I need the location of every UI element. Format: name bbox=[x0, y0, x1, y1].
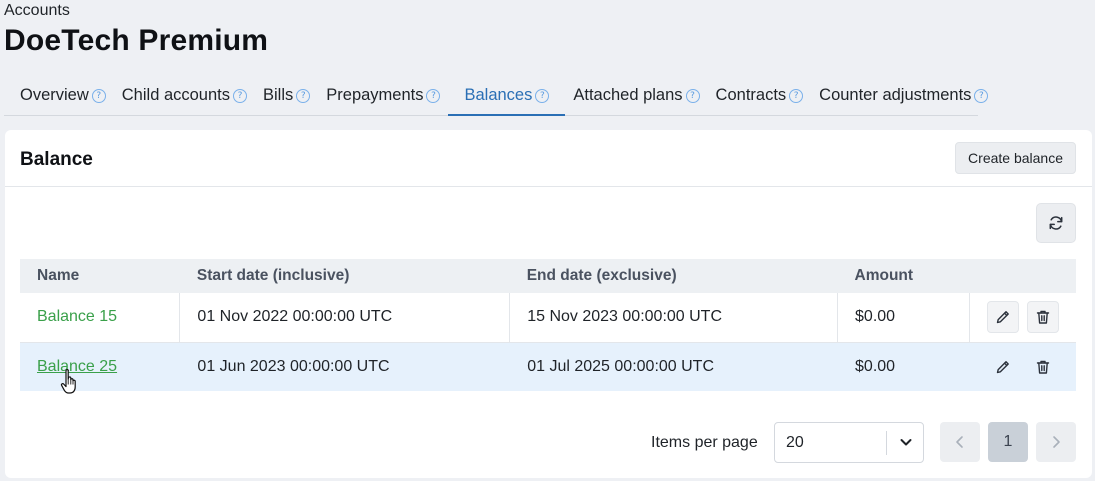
tab-label: Contracts bbox=[715, 86, 787, 104]
column-header-end-date: End date (exclusive) bbox=[509, 259, 838, 293]
chevron-down-icon bbox=[900, 439, 912, 446]
help-icon[interactable]: ? bbox=[426, 89, 441, 103]
previous-page-button[interactable] bbox=[940, 422, 980, 462]
table-header-row: Name Start date (inclusive) End date (ex… bbox=[20, 259, 1076, 293]
end-date-cell: 15 Nov 2023 00:00:00 UTC bbox=[509, 293, 839, 343]
actions-cell bbox=[969, 293, 1076, 343]
end-date-cell: 01 Jul 2025 00:00:00 UTC bbox=[509, 342, 839, 391]
items-per-page-value: 20 bbox=[786, 434, 804, 451]
column-header-name: Name bbox=[20, 259, 180, 293]
tab-label: Counter adjustments bbox=[819, 86, 972, 104]
tab-label: Child accounts bbox=[121, 86, 230, 104]
tab-balances[interactable]: Balances? bbox=[448, 84, 566, 116]
help-icon[interactable]: ? bbox=[789, 89, 804, 103]
card-title: Balance bbox=[20, 149, 93, 170]
tab-child-accounts[interactable]: Child accounts? bbox=[114, 84, 255, 116]
refresh-icon bbox=[1049, 216, 1063, 230]
refresh-button[interactable] bbox=[1036, 203, 1076, 243]
next-page-button[interactable] bbox=[1036, 422, 1076, 462]
tab-counter-adjustments[interactable]: Counter adjustments? bbox=[811, 84, 996, 116]
tab-prepayments[interactable]: Prepayments? bbox=[318, 84, 448, 116]
items-per-page-label: Items per page bbox=[651, 434, 758, 451]
hand-cursor-icon bbox=[60, 369, 76, 394]
breadcrumb[interactable]: Accounts bbox=[4, 2, 70, 20]
tab-attached-plans[interactable]: Attached plans? bbox=[565, 84, 707, 116]
tab-bills[interactable]: Bills? bbox=[255, 84, 318, 116]
table-row: Balance 25 01 Jun 2023 00:00:00 UTC 01 J… bbox=[20, 342, 1076, 391]
trash-icon bbox=[1036, 360, 1050, 374]
actions-cell bbox=[969, 342, 1076, 391]
chevron-left-icon bbox=[956, 436, 963, 448]
tab-label: Bills bbox=[263, 86, 294, 104]
balance-card: Balance Create balance Name Start date (… bbox=[5, 130, 1092, 478]
tab-label: Attached plans bbox=[573, 86, 683, 104]
delete-button[interactable] bbox=[1027, 350, 1059, 383]
tab-label: Prepayments bbox=[326, 86, 424, 104]
pencil-icon bbox=[996, 311, 1009, 324]
help-icon[interactable]: ? bbox=[974, 89, 989, 103]
column-header-start-date: Start date (inclusive) bbox=[179, 259, 510, 293]
column-header-actions bbox=[969, 259, 1076, 293]
pagination: Items per page 20 1 bbox=[5, 422, 1092, 464]
help-icon[interactable]: ? bbox=[296, 89, 311, 103]
amount-cell: $0.00 bbox=[837, 342, 970, 391]
card-header: Balance Create balance bbox=[5, 130, 1092, 187]
balance-name-link[interactable]: Balance 15 bbox=[37, 308, 117, 325]
help-icon[interactable]: ? bbox=[233, 89, 247, 103]
chevron-right-icon bbox=[1053, 436, 1060, 448]
pencil-icon bbox=[996, 360, 1009, 373]
balances-table: Name Start date (inclusive) End date (ex… bbox=[20, 259, 1076, 391]
help-icon[interactable]: ? bbox=[685, 89, 700, 103]
column-header-amount: Amount bbox=[837, 259, 970, 293]
tab-label: Balances bbox=[464, 86, 533, 104]
name-cell: Balance 15 bbox=[20, 293, 181, 343]
tab-overview[interactable]: Overview? bbox=[4, 84, 114, 116]
items-per-page-select[interactable]: 20 bbox=[774, 422, 924, 463]
help-icon[interactable]: ? bbox=[535, 89, 550, 103]
edit-button[interactable] bbox=[987, 350, 1019, 383]
name-cell: Balance 25 bbox=[20, 342, 181, 391]
select-divider bbox=[886, 431, 887, 455]
delete-button[interactable] bbox=[1027, 301, 1059, 334]
current-page-button[interactable]: 1 bbox=[988, 422, 1028, 462]
page-title: DoeTech Premium bbox=[4, 24, 269, 57]
trash-icon bbox=[1036, 311, 1050, 324]
tab-bar: Overview? Child accounts? Bills? Prepaym… bbox=[4, 84, 989, 116]
edit-button[interactable] bbox=[987, 301, 1019, 334]
create-balance-button[interactable]: Create balance bbox=[955, 142, 1076, 174]
help-icon[interactable]: ? bbox=[91, 89, 106, 103]
start-date-cell: 01 Jun 2023 00:00:00 UTC bbox=[179, 342, 511, 391]
amount-cell: $0.00 bbox=[837, 293, 970, 343]
tab-label: Overview bbox=[20, 86, 89, 104]
start-date-cell: 01 Nov 2022 00:00:00 UTC bbox=[179, 293, 511, 343]
tab-contracts[interactable]: Contracts? bbox=[708, 84, 812, 116]
table-row: Balance 15 01 Nov 2022 00:00:00 UTC 15 N… bbox=[20, 293, 1076, 343]
